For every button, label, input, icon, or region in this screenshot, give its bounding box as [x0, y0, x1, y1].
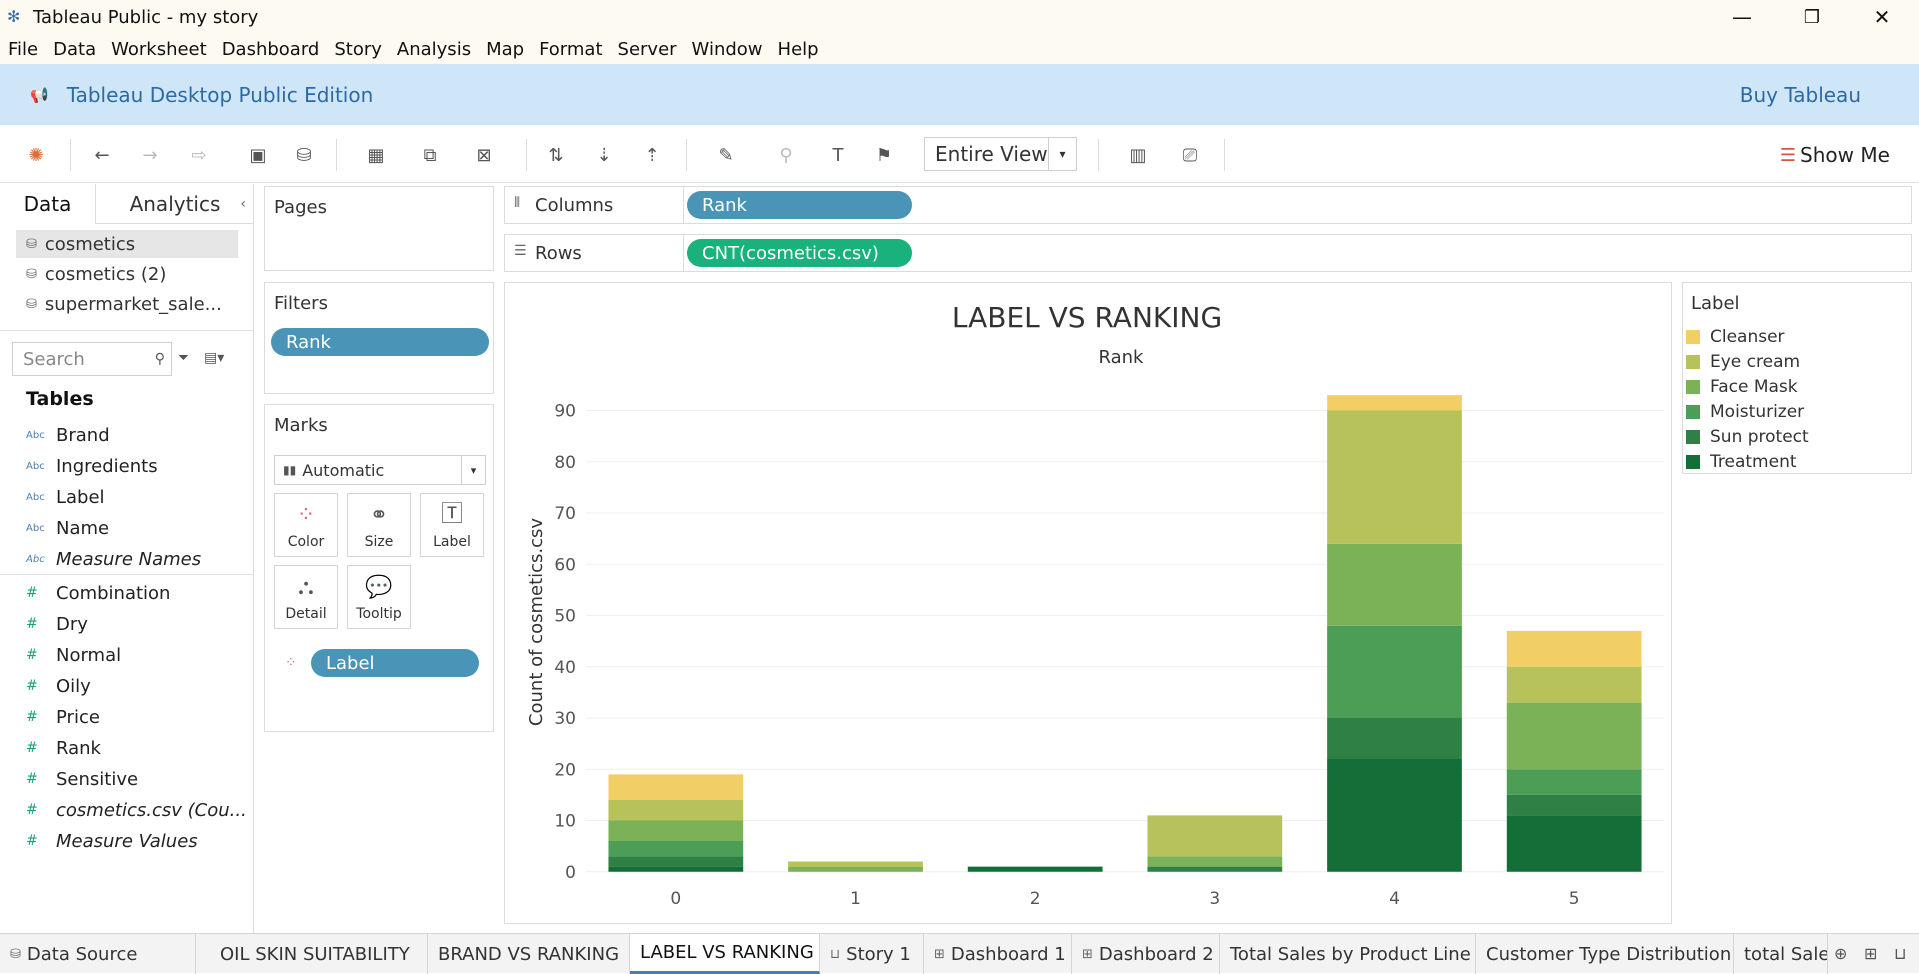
x-tick-label: 0 [670, 889, 681, 909]
bar-segment-moisturizer-rank-5[interactable] [1506, 769, 1642, 795]
legend-swatch [1686, 355, 1700, 369]
y-tick-label: 50 [554, 607, 576, 627]
legend-label: Sun protect [1710, 427, 1809, 447]
tab-total-sales-by-product-line[interactable]: Total Sales by Product Line [1220, 934, 1476, 974]
y-tick-label: 40 [554, 658, 576, 678]
y-axis-ticks: 0 10 20 30 40 50 60 70 80 90 [554, 402, 576, 883]
bar-segment-face-mask-rank-1[interactable] [788, 866, 923, 872]
bar-segment-sun-protect-rank-3[interactable] [1147, 866, 1283, 872]
tab-oil-skin-suitability[interactable]: OIL SKIN SUITABILITY [210, 934, 428, 974]
column-header-label: Rank [1099, 347, 1145, 368]
legend-item-face-mask[interactable]: Face Mask [1686, 375, 1798, 399]
legend-swatch [1686, 430, 1700, 444]
legend-label: Cleanser [1710, 327, 1785, 347]
tab-story-1[interactable]: ⊔ Story 1 [820, 934, 924, 974]
data-source-icon: ⛁ [10, 946, 21, 962]
new-worksheet-icon[interactable]: ⊕ [1834, 944, 1847, 963]
y-tick-label: 90 [554, 402, 576, 422]
tab-label-vs-ranking[interactable]: LABEL VS RANKING [630, 934, 820, 974]
bar-segment-face-mask-rank-4[interactable] [1327, 543, 1462, 626]
y-tick-label: 0 [565, 863, 576, 883]
tab-total-sales[interactable]: total Sales [1734, 934, 1828, 974]
legend-label: Treatment [1710, 452, 1797, 472]
tab-label: Total Sales by Product Line [1230, 943, 1471, 965]
bars [608, 395, 1642, 872]
bar-segment-treatment-rank-2[interactable] [967, 866, 1103, 872]
dashboard-icon: ⊞ [934, 946, 945, 962]
legend-label: Eye cream [1710, 352, 1801, 372]
bar-segment-moisturizer-rank-0[interactable] [608, 841, 744, 857]
y-tick-label: 80 [554, 453, 576, 473]
dashboard-icon: ⊞ [1082, 946, 1093, 962]
y-tick-label: 30 [554, 709, 576, 729]
tab-label: Data Source [26, 943, 138, 965]
story-icon: ⊔ [830, 946, 841, 962]
tab-dashboard-1[interactable]: ⊞ Dashboard 1 [924, 934, 1072, 974]
tab-label: Dashboard 2 [1098, 943, 1214, 965]
bar-segment-eye-cream-rank-4[interactable] [1327, 410, 1462, 544]
legend-item-cleanser[interactable]: Cleanser [1686, 325, 1785, 349]
legend-label: Moisturizer [1710, 402, 1805, 422]
bar-segment-sun-protect-rank-0[interactable] [608, 856, 744, 867]
x-tick-label: 4 [1389, 889, 1400, 909]
bar-segment-face-mask-rank-3[interactable] [1147, 856, 1283, 867]
tab-data-source[interactable]: ⛁ Data Source [0, 934, 196, 974]
tab-brand-vs-ranking[interactable]: BRAND VS RANKING [428, 934, 630, 974]
legend-swatch [1686, 380, 1700, 394]
legend-item-treatment[interactable]: Treatment [1686, 450, 1797, 474]
x-tick-label: 3 [1209, 889, 1220, 909]
bar-segment-moisturizer-rank-4[interactable] [1327, 625, 1462, 718]
bar-segment-treatment-rank-0[interactable] [608, 866, 744, 872]
new-story-icon[interactable]: ⊔ [1894, 944, 1906, 963]
x-axis-ticks: 0 1 2 3 4 5 [670, 889, 1579, 909]
x-tick-label: 1 [850, 889, 861, 909]
legend-title: Label [1691, 293, 1740, 314]
bar-segment-face-mask-rank-0[interactable] [608, 820, 744, 842]
x-tick-label: 2 [1030, 889, 1041, 909]
tab-label: BRAND VS RANKING [438, 943, 620, 965]
legend-swatch [1686, 455, 1700, 469]
tab-label: Dashboard 1 [950, 943, 1066, 965]
bar-segment-eye-cream-rank-5[interactable] [1506, 666, 1642, 703]
bar-segment-eye-cream-rank-3[interactable] [1147, 815, 1283, 857]
gridlines [586, 410, 1664, 873]
tab-label: LABEL VS RANKING [640, 942, 814, 963]
bar-segment-sun-protect-rank-4[interactable] [1327, 718, 1462, 759]
tab-label: Story 1 [846, 943, 911, 965]
sheet-tabs-bar: ⛁ Data Source OIL SKIN SUITABILITY BRAND… [0, 933, 1919, 974]
bar-segment-face-mask-rank-5[interactable] [1506, 702, 1642, 770]
legend-swatch [1686, 330, 1700, 344]
y-tick-label: 60 [554, 555, 576, 575]
y-tick-label: 20 [554, 760, 576, 780]
bar-segment-eye-cream-rank-0[interactable] [608, 800, 744, 821]
new-dashboard-icon[interactable]: ⊞ [1864, 944, 1877, 963]
tab-label: Customer Type Distribution [1486, 943, 1732, 965]
legend-item-moisturizer[interactable]: Moisturizer [1686, 400, 1804, 424]
tab-dashboard-2[interactable]: ⊞ Dashboard 2 [1072, 934, 1220, 974]
bar-segment-treatment-rank-4[interactable] [1327, 759, 1462, 872]
y-tick-label: 70 [554, 504, 576, 524]
tab-label: OIL SKIN SUITABILITY [220, 943, 410, 965]
legend-swatch [1686, 405, 1700, 419]
chart-title: LABEL VS RANKING [952, 301, 1222, 334]
legend-item-sun-protect[interactable]: Sun protect [1686, 425, 1809, 449]
chart-svg: LABEL VS RANKING Rank Count of cosmetics… [526, 301, 1664, 909]
bar-segment-sun-protect-rank-5[interactable] [1506, 794, 1642, 816]
bar-segment-cleanser-rank-5[interactable] [1506, 630, 1642, 667]
y-axis-label: Count of cosmetics.csv [526, 518, 547, 726]
tab-label: total Sales [1744, 943, 1827, 965]
y-tick-label: 10 [554, 812, 576, 832]
bar-segment-cleanser-rank-4[interactable] [1327, 395, 1462, 411]
tab-customer-type-distribution[interactable]: Customer Type Distribution [1476, 934, 1734, 974]
legend-label: Face Mask [1710, 377, 1798, 397]
bar-segment-treatment-rank-5[interactable] [1506, 815, 1642, 872]
bar-segment-cleanser-rank-0[interactable] [608, 774, 744, 800]
bar-segment-eye-cream-rank-1[interactable] [788, 861, 923, 867]
x-tick-label: 5 [1569, 889, 1580, 909]
legend-item-eye-cream[interactable]: Eye cream [1686, 350, 1800, 374]
